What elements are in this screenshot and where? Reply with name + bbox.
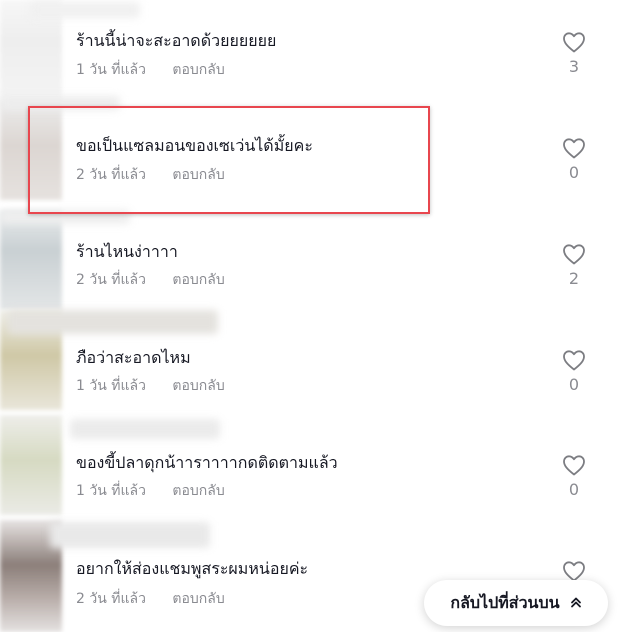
- comment-text: อยากให้ส่องแชมพูสระผมหน่อยค่ะ: [76, 559, 309, 578]
- heart-icon[interactable]: [562, 137, 586, 159]
- like-count: 2: [568, 269, 580, 288]
- comment-time: 1 วัน ที่แล้ว: [76, 62, 146, 78]
- reply-button[interactable]: ตอบกลับ: [172, 165, 224, 185]
- chevron-double-up-icon: [570, 596, 582, 611]
- comment-item: ขอเป็นแซลมอนของเซเว่นได้มั้ยคะ 2 วัน ที่…: [0, 96, 627, 200]
- username-blurred: [30, 2, 140, 18]
- heart-icon[interactable]: [562, 349, 586, 371]
- comment-item: ภือว่าสะอาดไหม 1 วัน ที่แล้ว ตอบกลับ 0: [0, 310, 627, 410]
- like-count: 0: [568, 163, 580, 182]
- comment-time: 2 วัน ที่แล้ว: [76, 591, 146, 607]
- like-count: 0: [568, 480, 580, 499]
- comment-meta: 1 วัน ที่แล้ว ตอบกลับ: [76, 376, 225, 396]
- heart-icon[interactable]: [562, 31, 586, 53]
- like-control[interactable]: 2: [556, 243, 592, 289]
- heart-icon[interactable]: [562, 454, 586, 476]
- comment-time: 1 วัน ที่แล้ว: [76, 378, 146, 394]
- comment-time: 2 วัน ที่แล้ว: [76, 167, 146, 183]
- like-count: 0: [568, 375, 580, 394]
- username-blurred: [0, 96, 120, 110]
- like-control[interactable]: 3: [556, 31, 592, 77]
- reply-button[interactable]: ตอบกลับ: [172, 589, 224, 609]
- comment-meta: 2 วัน ที่แล้ว ตอบกลับ: [76, 270, 225, 290]
- username-blurred: [50, 522, 210, 548]
- like-count: 3: [568, 57, 580, 76]
- username-blurred: [8, 310, 218, 334]
- like-control[interactable]: 0: [556, 454, 592, 500]
- comment-item: ร้านไหนง่าาาา 2 วัน ที่แล้ว ตอบกลับ 2: [0, 210, 627, 310]
- avatar[interactable]: [0, 415, 62, 515]
- reply-button[interactable]: ตอบกลับ: [172, 376, 224, 396]
- comment-meta: 1 วัน ที่แล้ว ตอบกลับ: [76, 60, 225, 80]
- comment-meta: 2 วัน ที่แล้ว ตอบกลับ: [76, 589, 225, 609]
- reply-button[interactable]: ตอบกลับ: [172, 481, 224, 501]
- username-blurred: [70, 419, 220, 439]
- username-blurred: [0, 210, 130, 224]
- reply-button[interactable]: ตอบกลับ: [172, 270, 224, 290]
- heart-icon[interactable]: [562, 243, 586, 265]
- reply-button[interactable]: ตอบกลับ: [172, 60, 224, 80]
- back-to-top-button[interactable]: กลับไปที่ส่วนบน: [424, 580, 608, 626]
- comment-text: ของขี้ปลาดุกน้าาราาาากดติดตามแล้ว: [76, 453, 338, 472]
- comment-time: 2 วัน ที่แล้ว: [76, 272, 146, 288]
- comment-item: ร้านนี้น่าจะสะอาดด้วยยยยยย 1 วัน ที่แล้ว…: [0, 0, 627, 100]
- heart-icon[interactable]: [562, 560, 586, 582]
- comment-meta: 2 วัน ที่แล้ว ตอบกลับ: [76, 165, 225, 185]
- comment-text: ขอเป็นแซลมอนของเซเว่นได้มั้ยคะ: [76, 136, 313, 155]
- comment-time: 1 วัน ที่แล้ว: [76, 483, 146, 499]
- comment-item: ของขี้ปลาดุกน้าาราาาากดติดตามแล้ว 1 วัน …: [0, 415, 627, 515]
- avatar[interactable]: [0, 210, 62, 310]
- comment-text: ร้านไหนง่าาาา: [76, 242, 178, 261]
- comment-text: ร้านนี้น่าจะสะอาดด้วยยยยยย: [76, 31, 277, 50]
- comment-text: ภือว่าสะอาดไหม: [76, 348, 191, 367]
- back-to-top-label: กลับไปที่ส่วนบน: [450, 592, 560, 612]
- comment-meta: 1 วัน ที่แล้ว ตอบกลับ: [76, 481, 225, 501]
- like-control[interactable]: 0: [556, 349, 592, 395]
- avatar[interactable]: [0, 100, 62, 200]
- like-control[interactable]: 0: [556, 137, 592, 183]
